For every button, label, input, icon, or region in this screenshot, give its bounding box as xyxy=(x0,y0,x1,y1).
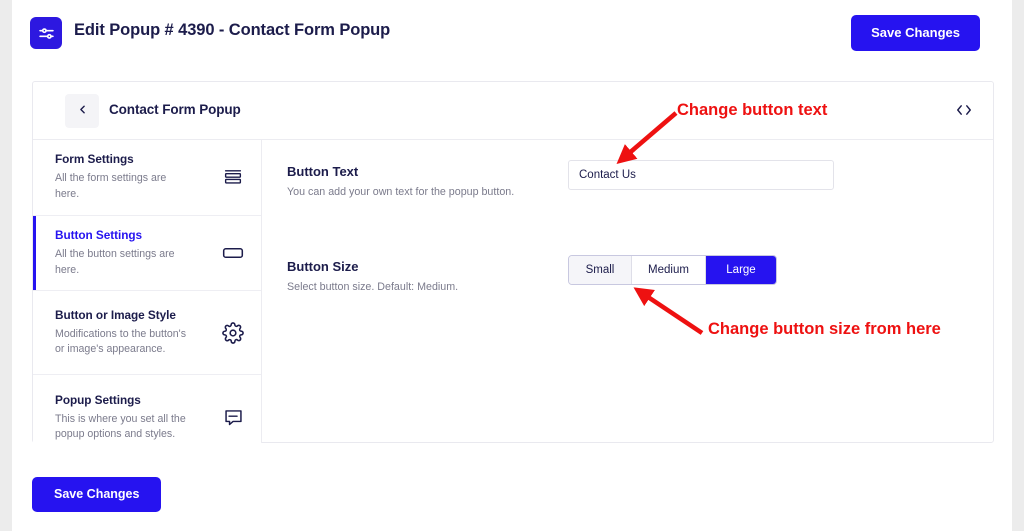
sidebar-item-button-settings[interactable]: Button Settings All the button settings … xyxy=(33,215,261,292)
page-surface: Edit Popup # 4390 - Contact Form Popup S… xyxy=(12,0,1012,531)
form-lines-icon xyxy=(219,163,247,191)
save-changes-button-top[interactable]: Save Changes xyxy=(851,15,980,51)
sidebar-item-label: Form Settings xyxy=(55,152,134,167)
sliders-icon xyxy=(30,17,62,49)
sidebar-item-form-settings[interactable]: Form Settings All the form settings are … xyxy=(33,140,261,216)
field-control-group: Small Medium Large xyxy=(568,255,777,285)
field-description: You can add your own text for the popup … xyxy=(287,186,515,198)
settings-panel: Button Text You can add your own text fo… xyxy=(262,140,993,443)
sidebar-item-text: Popup Settings This is where you set all… xyxy=(55,393,198,443)
gear-icon xyxy=(219,319,247,347)
field-label-group: Button Text You can add your own text fo… xyxy=(287,164,557,200)
sidebar-item-popup-settings[interactable]: Popup Settings This is where you set all… xyxy=(33,375,261,460)
button-size-segmented-control: Small Medium Large xyxy=(568,255,777,285)
button-rectangle-icon xyxy=(219,239,247,267)
button-text-input[interactable] xyxy=(568,160,834,190)
settings-card: Contact Form Popup Form Settings All the… xyxy=(32,81,994,460)
card-title: Contact Form Popup xyxy=(109,102,241,117)
chevron-left-icon xyxy=(76,103,89,119)
sidebar-item-description: All the button settings are here. xyxy=(55,248,175,276)
card-body: Form Settings All the form settings are … xyxy=(33,140,993,460)
sidebar-item-label: Popup Settings xyxy=(55,392,141,407)
code-brackets-icon xyxy=(955,103,973,120)
save-changes-button-bottom[interactable]: Save Changes xyxy=(32,477,162,512)
settings-sidebar: Form Settings All the form settings are … xyxy=(33,140,262,460)
field-title: Button Size xyxy=(287,259,359,274)
screen-root: Edit Popup # 4390 - Contact Form Popup S… xyxy=(0,0,1024,531)
button-size-option-large[interactable]: Large xyxy=(706,256,776,284)
sidebar-item-button-or-image-style[interactable]: Button or Image Style Modifications to t… xyxy=(33,291,261,376)
field-label-group: Button Size Select button size. Default:… xyxy=(287,259,557,295)
sidebar-item-description: This is where you set all the popup opti… xyxy=(55,412,186,440)
message-bubble-icon xyxy=(219,403,247,431)
field-description: Select button size. Default: Medium. xyxy=(287,281,459,293)
card-header: Contact Form Popup xyxy=(33,82,993,140)
sidebar-item-text: Form Settings All the form settings are … xyxy=(55,152,198,202)
page-title: Edit Popup # 4390 - Contact Form Popup xyxy=(74,21,391,39)
sidebar-item-description: All the form settings are here. xyxy=(55,172,167,200)
page-header: Edit Popup # 4390 - Contact Form Popup S… xyxy=(12,0,1012,66)
back-button[interactable] xyxy=(65,94,99,128)
sidebar-item-text: Button or Image Style Modifications to t… xyxy=(55,308,198,358)
field-title: Button Text xyxy=(287,164,359,179)
field-control-group xyxy=(568,160,834,190)
sidebar-item-label: Button or Image Style xyxy=(55,308,176,323)
sidebar-item-label: Button Settings xyxy=(55,228,143,243)
button-size-option-medium[interactable]: Medium xyxy=(632,256,706,284)
view-code-button[interactable] xyxy=(949,96,979,126)
sidebar-item-text: Button Settings All the button settings … xyxy=(55,228,198,278)
button-size-option-small[interactable]: Small xyxy=(569,256,632,284)
sidebar-item-description: Modifications to the button's or image's… xyxy=(55,328,186,356)
